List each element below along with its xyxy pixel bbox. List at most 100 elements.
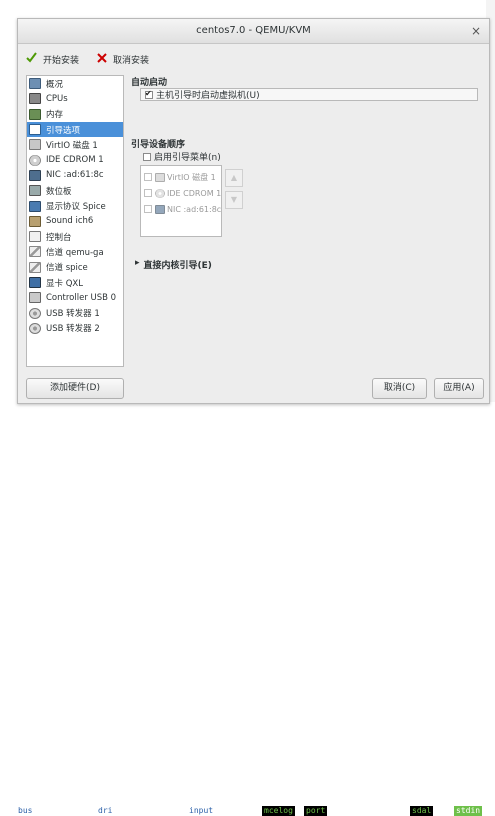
sidebar-item-sound[interactable]: Sound ich6 (27, 214, 123, 229)
autostart-label: 主机引导时启动虚拟机(U) (156, 91, 260, 101)
monitor-icon (29, 78, 41, 90)
move-down-button[interactable]: ▼ (225, 191, 243, 209)
window-title: centos7.0 - QEMU/KVM (196, 25, 311, 36)
cancel-install-button[interactable]: 取消安装 (97, 48, 149, 70)
sidebar-item-nic[interactable]: NIC :ad:61:8c (27, 168, 123, 183)
boot-menu-checkbox[interactable] (143, 152, 151, 161)
memory-icon (29, 108, 41, 120)
terminal-word: input (189, 806, 214, 815)
sidebar-item-channel-qemu-ga[interactable]: 信道 qemu-ga (27, 244, 123, 259)
sidebar-item-boot-options[interactable]: 引导选项 (27, 121, 123, 138)
sidebar-item-label: CPUs (46, 93, 68, 104)
sidebar-item-label: Sound ich6 (46, 216, 94, 227)
boot-device-row[interactable]: NIC :ad:61:8c (141, 201, 221, 217)
autostart-heading: 自动启动 (131, 78, 168, 88)
terminal-word: bus (18, 806, 33, 815)
boot-device-list: VirtIO 磁盘 1 IDE CDROM 1 NIC :ad:61:8c (140, 165, 222, 237)
sidebar-item-label: IDE CDROM 1 (46, 155, 104, 166)
boot-options-icon (29, 124, 41, 136)
nic-icon (29, 169, 41, 181)
sound-icon (29, 215, 41, 227)
cdrom-icon (155, 188, 165, 198)
boot-device-label: IDE CDROM 1 (167, 188, 222, 198)
sidebar-item-console[interactable]: 控制台 (27, 229, 123, 244)
arrow-up-icon: ▲ (230, 173, 238, 182)
close-icon[interactable]: × (471, 19, 481, 43)
direct-kernel-expander[interactable]: ▸ 直接内核引导(E) (135, 258, 212, 271)
begin-install-label: 开始安装 (43, 55, 80, 66)
move-up-button[interactable]: ▲ (225, 169, 243, 187)
sidebar-item-label: 信道 qemu-ga (46, 247, 104, 258)
channel-icon (29, 261, 41, 273)
sidebar-item-ide-cdrom[interactable]: IDE CDROM 1 (27, 152, 123, 167)
sidebar-item-usb-controller[interactable]: Controller USB 0 (27, 290, 123, 305)
boot-device-label: NIC :ad:61:8c (167, 204, 222, 214)
sidebar-item-virtio-disk[interactable]: VirtIO 磁盘 1 (27, 137, 123, 152)
hardware-list: 概况 CPUs 内存 引导选项 VirtIO 磁盘 1 IDE CDROM 1 … (26, 75, 124, 367)
cdrom-icon (29, 154, 41, 166)
boot-menu-row[interactable]: 启用引导菜单(n) (143, 150, 221, 163)
sidebar-item-usb-redirector-1[interactable]: USB 转发器 1 (27, 305, 123, 320)
sidebar-item-display-spice[interactable]: 显示协议 Spice (27, 198, 123, 213)
autostart-row[interactable]: 主机引导时启动虚拟机(U) (140, 88, 478, 101)
sidebar-item-label: VirtIO 磁盘 1 (46, 140, 98, 151)
cancel-install-label: 取消安装 (113, 55, 150, 66)
terminal-word: port (304, 806, 328, 816)
usb-redirector-icon (29, 307, 41, 319)
sidebar-item-label: 信道 spice (46, 263, 88, 274)
sidebar-item-label: Controller USB 0 (46, 292, 117, 303)
boot-device-label: VirtIO 磁盘 1 (167, 172, 216, 182)
display-icon (29, 200, 41, 212)
video-icon (29, 277, 41, 288)
tablet-icon (29, 185, 41, 197)
begin-install-button[interactable]: 开始安装 (26, 48, 79, 70)
sidebar-item-label: NIC :ad:61:8c (46, 170, 104, 181)
sidebar-item-label: 概况 (46, 79, 64, 90)
channel-icon (29, 246, 41, 258)
sidebar-item-label: 显示协议 Spice (46, 202, 106, 213)
sidebar-item-label: 内存 (46, 110, 64, 121)
disk-icon (29, 139, 41, 151)
boot-device-checkbox[interactable] (144, 173, 152, 181)
cancel-x-icon (97, 52, 107, 66)
sidebar-item-memory[interactable]: 内存 (27, 107, 123, 122)
add-hardware-button[interactable]: 添加硬件(D) (26, 378, 124, 399)
boot-options-panel: 自动启动 主机引导时启动虚拟机(U) 引导设备顺序 启用引导菜单(n) Virt… (131, 75, 485, 365)
sidebar-item-overview[interactable]: 概况 (27, 76, 123, 91)
boot-device-checkbox[interactable] (144, 205, 152, 213)
sidebar-item-label: 显卡 QXL (46, 278, 83, 289)
sidebar-item-label: 数位板 (46, 186, 72, 197)
sidebar-item-tablet[interactable]: 数位板 (27, 183, 123, 198)
direct-kernel-label: 直接内核引导(E) (143, 261, 212, 271)
boot-device-row[interactable]: VirtIO 磁盘 1 (141, 169, 221, 185)
background-terminal: bus dri input mcelog port sdal stdin (0, 402, 495, 816)
vm-details-window: centos7.0 - QEMU/KVM × 开始安装 取消安装 概况 CPUs… (17, 18, 490, 404)
sidebar-item-channel-spice[interactable]: 信道 spice (27, 260, 123, 275)
cpu-icon (29, 93, 41, 105)
terminal-word: dri (98, 806, 113, 815)
sidebar-item-label: 控制台 (46, 232, 72, 243)
boot-order-heading: 引导设备顺序 (131, 140, 186, 150)
usb-controller-icon (29, 292, 41, 304)
usb-redirector-icon (29, 322, 41, 334)
apply-button[interactable]: 应用(A) (434, 378, 484, 399)
sidebar-item-label: USB 转发器 2 (46, 324, 100, 335)
sidebar-item-label: USB 转发器 1 (46, 309, 100, 320)
autostart-checkbox[interactable] (145, 89, 153, 99)
sidebar-item-label: 引导选项 (46, 125, 81, 136)
title-bar[interactable]: centos7.0 - QEMU/KVM × (18, 19, 489, 44)
expander-arrow-icon: ▸ (135, 258, 140, 268)
nic-icon (155, 204, 165, 214)
sidebar-item-cpus[interactable]: CPUs (27, 91, 123, 106)
sidebar-item-usb-redirector-2[interactable]: USB 转发器 2 (27, 321, 123, 336)
boot-menu-label: 启用引导菜单(n) (154, 153, 221, 163)
boot-device-checkbox[interactable] (144, 189, 152, 197)
sidebar-item-video-qxl[interactable]: 显卡 QXL (27, 275, 123, 290)
terminal-word: sdal (410, 806, 434, 816)
checkmark-icon (26, 52, 37, 66)
boot-device-row[interactable]: IDE CDROM 1 (141, 185, 221, 201)
toolbar: 开始安装 取消安装 (18, 44, 489, 70)
terminal-word: mcelog (262, 806, 295, 816)
cancel-button[interactable]: 取消(C) (372, 378, 427, 399)
arrow-down-icon: ▼ (230, 195, 238, 204)
